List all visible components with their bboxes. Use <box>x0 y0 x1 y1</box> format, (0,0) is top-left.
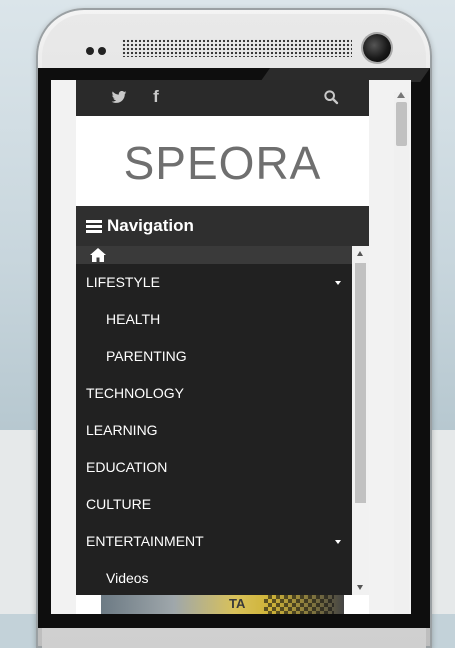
menu-item-home[interactable] <box>76 246 352 264</box>
menu-item-entertainment[interactable]: ENTERTAINMENT <box>76 523 352 560</box>
page-scrollbar[interactable] <box>394 92 409 614</box>
menu-item-label: CULTURE <box>86 496 152 512</box>
chevron-down-icon[interactable] <box>335 281 341 285</box>
navigation-menu: LIFESTYLE HEALTH PARENTING TECHNOLOGY LE… <box>76 246 352 595</box>
device-screen: f SPEORA Navigation LIFESTYLE HEALTH PAR… <box>51 80 411 614</box>
menu-item-learning[interactable]: LEARNING <box>76 412 352 449</box>
scroll-up-arrow-icon[interactable] <box>357 251 363 256</box>
menu-item-label: Videos <box>106 570 149 586</box>
taxi-checker-pattern <box>264 595 334 614</box>
site-header: SPEORA <box>76 116 369 206</box>
front-camera <box>363 34 391 62</box>
menu-item-label: HEALTH <box>106 311 161 327</box>
menu-item-lifestyle[interactable]: LIFESTYLE <box>76 264 352 301</box>
earpiece-speaker <box>122 39 352 57</box>
menu-item-label: TECHNOLOGY <box>86 385 185 401</box>
menu-item-parenting[interactable]: PARENTING <box>76 338 352 375</box>
menu-item-health[interactable]: HEALTH <box>76 301 352 338</box>
featured-image-text: TA <box>229 596 246 611</box>
menu-item-culture[interactable]: CULTURE <box>76 486 352 523</box>
menu-item-label: PARENTING <box>106 348 187 364</box>
scroll-down-arrow-icon[interactable] <box>357 585 363 590</box>
proximity-sensor <box>86 47 94 55</box>
menu-scrollbar-thumb[interactable] <box>355 263 366 503</box>
home-icon <box>90 248 106 262</box>
menu-item-label: ENTERTAINMENT <box>86 533 204 549</box>
facebook-icon[interactable]: f <box>148 88 164 105</box>
hamburger-menu-icon <box>86 220 102 233</box>
menu-scrollbar[interactable] <box>352 246 369 595</box>
navigation-title: Navigation <box>107 216 194 235</box>
top-social-bar: f <box>76 80 369 116</box>
menu-item-technology[interactable]: TECHNOLOGY <box>76 375 352 412</box>
menu-item-label: LIFESTYLE <box>86 274 160 290</box>
menu-item-videos[interactable]: Videos <box>76 560 352 595</box>
menu-item-label: EDUCATION <box>86 459 168 475</box>
scroll-up-arrow-icon[interactable] <box>397 92 405 98</box>
search-icon[interactable] <box>323 89 339 105</box>
navigation-toggle[interactable]: Navigation <box>76 206 369 246</box>
light-sensor <box>98 47 106 55</box>
page-scrollbar-thumb[interactable] <box>396 102 407 146</box>
twitter-icon[interactable] <box>111 89 127 105</box>
featured-image[interactable]: TA <box>101 595 344 614</box>
menu-item-education[interactable]: EDUCATION <box>76 449 352 486</box>
chevron-down-icon[interactable] <box>335 540 341 544</box>
site-logo[interactable]: SPEORA <box>76 138 369 188</box>
menu-item-label: LEARNING <box>86 422 158 438</box>
